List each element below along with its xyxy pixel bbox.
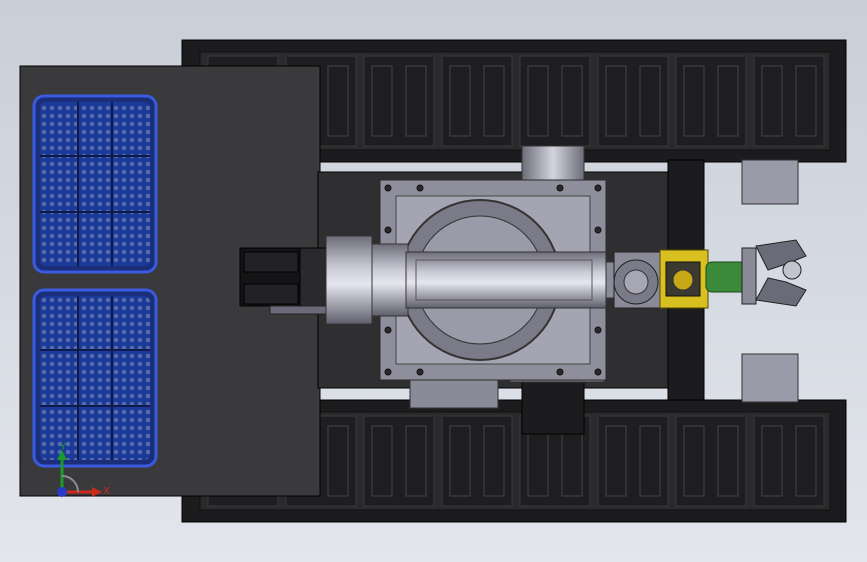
track-link: [363, 415, 435, 507]
track-link: [753, 55, 825, 147]
rear-drive-motor: [239, 247, 331, 315]
track-link: [363, 55, 435, 147]
coordinate-triad-icon: [57, 450, 102, 497]
track-link: [753, 415, 825, 507]
bolt-hole: [594, 226, 602, 234]
bolt-hole: [594, 368, 602, 376]
bolt-hole: [384, 326, 392, 334]
track-link: [441, 55, 513, 147]
bolt-hole: [384, 184, 392, 192]
bolt-hole: [416, 368, 424, 376]
arm-boom: [405, 251, 619, 309]
track-link: [597, 415, 669, 507]
track-link: [519, 55, 591, 147]
robot-assembly-model[interactable]: [0, 0, 867, 562]
bolt-hole: [556, 184, 564, 192]
gripper: [659, 239, 807, 309]
bolt-hole: [416, 184, 424, 192]
track-link: [441, 415, 513, 507]
solar-panel-upper: [32, 94, 158, 274]
bolt-hole: [556, 368, 564, 376]
wrist-joint: [613, 251, 665, 309]
track-link: [675, 55, 747, 147]
triad-z-axis: [57, 487, 67, 497]
bolt-hole: [384, 226, 392, 234]
triad-y-label: Y: [60, 442, 67, 453]
bolt-hole: [384, 368, 392, 376]
cad-graphics-viewport[interactable]: Y X: [0, 0, 867, 562]
bolt-hole: [594, 184, 602, 192]
track-link: [675, 415, 747, 507]
arm-flange: [325, 235, 409, 325]
bolt-hole: [594, 326, 602, 334]
track-link: [597, 55, 669, 147]
triad-x-arrow: [92, 487, 102, 497]
triad-x-label: X: [103, 486, 110, 497]
